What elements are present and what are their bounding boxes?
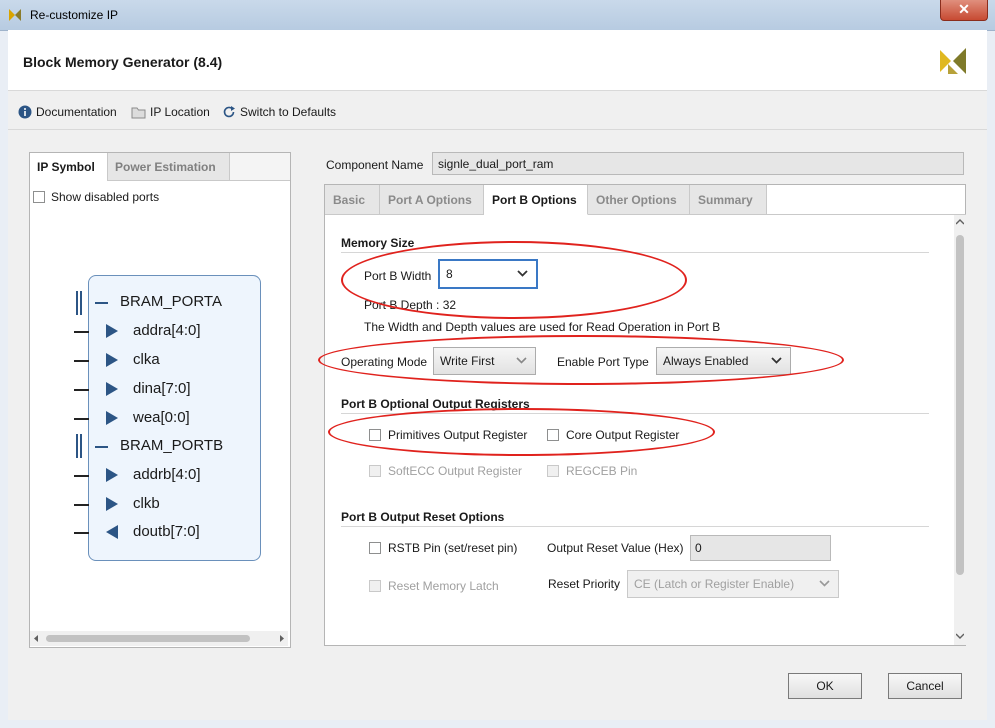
- pin-line: [74, 418, 89, 420]
- input-arrow-icon: [106, 324, 118, 338]
- ip-location-label: IP Location: [150, 105, 210, 119]
- title-bar: [0, 0, 995, 31]
- output-reset-value-label: Output Reset Value (Hex): [547, 541, 684, 555]
- divider: [341, 526, 929, 527]
- pin-line: [74, 360, 89, 362]
- memory-size-title: Memory Size: [341, 236, 415, 250]
- rstb-pin-label: RSTB Pin (set/reset pin): [388, 541, 518, 555]
- scroll-thumb[interactable]: [956, 235, 964, 575]
- port-group-a: BRAM_PORTA: [120, 293, 222, 310]
- tab-ip-symbol[interactable]: IP Symbol: [30, 153, 108, 181]
- bus-indicator-b: [76, 434, 78, 458]
- regceb-pin-label: REGCEB Pin: [566, 464, 638, 478]
- regceb-pin-checkbox: [547, 465, 559, 477]
- ip-symbol-block: BRAM_PORTA addra[4:0] clka dina[7:0] wea…: [74, 275, 261, 561]
- input-arrow-icon: [106, 382, 118, 396]
- input-arrow-icon: [106, 411, 118, 425]
- ip-symbol-panel: IP Symbol Power Estimation Show disabled…: [29, 152, 291, 648]
- documentation-label: Documentation: [36, 105, 117, 119]
- tab-basic[interactable]: Basic: [325, 185, 380, 215]
- refresh-icon: [223, 106, 235, 118]
- chevron-down-icon: [819, 580, 830, 587]
- bus-indicator-b2: [80, 434, 82, 458]
- component-name-label: Component Name: [326, 158, 424, 172]
- input-arrow-icon: [106, 353, 118, 367]
- rstb-pin-checkbox[interactable]: [369, 542, 381, 554]
- softecc-output-register-label: SoftECC Output Register: [388, 464, 523, 478]
- pin-doutb: doutb[7:0]: [133, 523, 200, 540]
- window-title: Re-customize IP: [30, 8, 119, 22]
- switch-to-defaults-label: Switch to Defaults: [240, 105, 337, 119]
- header-panel: Block Memory Generator (8.4): [8, 30, 987, 91]
- collapse-a-icon[interactable]: [95, 302, 108, 304]
- cancel-button[interactable]: Cancel: [888, 673, 962, 699]
- input-arrow-icon: [106, 497, 118, 511]
- pin-line: [74, 475, 89, 477]
- reset-priority-label: Reset Priority: [548, 577, 621, 591]
- vendor-logo-icon: [940, 48, 966, 74]
- horizontal-scrollbar[interactable]: [30, 631, 288, 646]
- input-arrow-icon: [106, 468, 118, 482]
- show-disabled-ports-label: Show disabled ports: [51, 190, 160, 204]
- tab-baseline: [767, 214, 966, 215]
- collapse-b-icon[interactable]: [95, 446, 108, 448]
- tab-other-options[interactable]: Other Options: [588, 185, 690, 215]
- pin-clkb: clkb: [133, 495, 160, 512]
- tab-port-a-options[interactable]: Port A Options: [380, 185, 484, 215]
- folder-icon: [131, 107, 146, 118]
- softecc-output-register-checkbox: [369, 465, 381, 477]
- annotation-ellipse: [318, 335, 844, 385]
- component-name-field[interactable]: signle_dual_port_ram: [432, 152, 964, 175]
- page-title: Block Memory Generator (8.4): [23, 54, 223, 70]
- annotation-ellipse: [341, 241, 687, 319]
- reset-priority-value: CE (Latch or Register Enable): [634, 577, 795, 591]
- pin-dina: dina[7:0]: [133, 380, 191, 397]
- reset-memory-latch-label: Reset Memory Latch: [388, 579, 499, 593]
- reset-memory-latch-checkbox: [369, 580, 381, 592]
- port-group-b: BRAM_PORTB: [120, 437, 224, 454]
- info-icon: [18, 105, 32, 119]
- pin-addrb: addrb[4:0]: [133, 466, 201, 483]
- show-disabled-ports-checkbox[interactable]: [33, 191, 45, 203]
- tab-strip-filler: [230, 153, 290, 181]
- tab-power-estimation[interactable]: Power Estimation: [108, 153, 230, 181]
- scroll-down-icon[interactable]: [956, 633, 964, 639]
- pin-line: [74, 331, 89, 333]
- output-reset-value-field[interactable]: 0: [690, 535, 831, 561]
- pin-line: [74, 504, 89, 506]
- pin-addra: addra[4:0]: [133, 322, 201, 339]
- bus-indicator-a2: [80, 291, 82, 315]
- ip-location-button[interactable]: IP Location: [131, 105, 210, 119]
- documentation-button[interactable]: Documentation: [18, 105, 117, 119]
- width-depth-note: The Width and Depth values are used for …: [364, 320, 721, 334]
- tab-port-b-options[interactable]: Port B Options: [484, 185, 588, 215]
- reset-options-title: Port B Output Reset Options: [341, 510, 505, 524]
- reset-priority-select: CE (Latch or Register Enable): [627, 570, 839, 598]
- annotation-ellipse: [328, 408, 715, 456]
- toolbar: Documentation IP Location Switch to Defa…: [8, 91, 987, 130]
- switch-to-defaults-button[interactable]: Switch to Defaults: [222, 105, 336, 119]
- tab-summary[interactable]: Summary: [690, 185, 767, 215]
- app-logo-icon: [9, 9, 21, 21]
- output-arrow-icon: [106, 525, 118, 539]
- close-button[interactable]: ✕: [940, 0, 988, 21]
- ok-button[interactable]: OK: [788, 673, 862, 699]
- bus-indicator-a: [76, 291, 78, 315]
- pin-clka: clka: [133, 351, 160, 368]
- scroll-up-icon[interactable]: [956, 219, 964, 225]
- vertical-scrollbar[interactable]: [954, 215, 966, 645]
- pin-line: [74, 532, 89, 534]
- pin-wea: wea[0:0]: [133, 409, 190, 426]
- pin-line: [74, 389, 89, 391]
